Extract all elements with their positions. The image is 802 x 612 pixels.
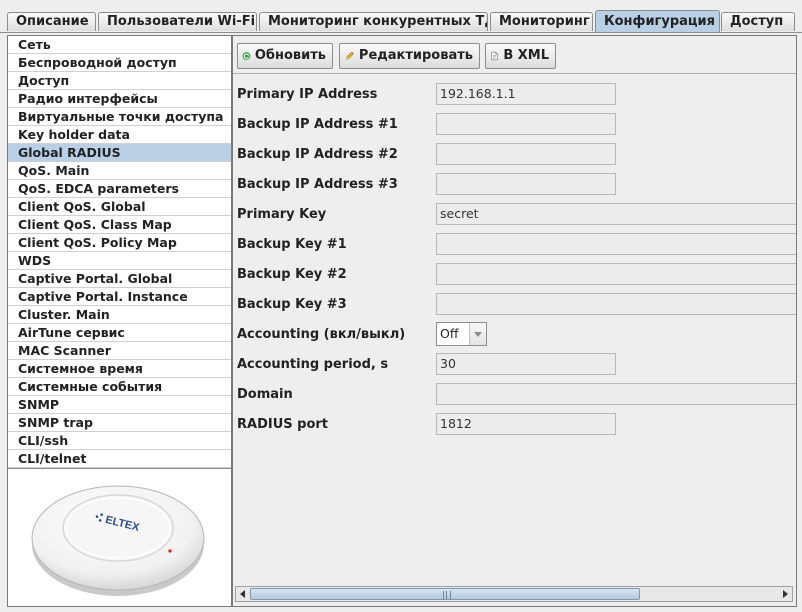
primary-key-label: Primary Key (237, 207, 327, 222)
sidebar-item-cluster-main[interactable]: Cluster. Main (8, 306, 231, 324)
backup-ip-3-field[interactable] (436, 173, 616, 195)
primary-ip-field[interactable]: 192.168.1.1 (436, 83, 616, 105)
sidebar-item-access[interactable]: Доступ (8, 72, 231, 90)
scrollbar-thumb[interactable] (250, 588, 640, 600)
backup-key-1-field[interactable] (436, 233, 796, 255)
accounting-period-label: Accounting period, s (237, 357, 389, 372)
backup-ip-3-label: Backup IP Address #3 (237, 177, 398, 192)
primary-key-field[interactable]: secret (436, 203, 796, 225)
sidebar-item-qos-edca[interactable]: QoS. EDCA parameters (8, 180, 231, 198)
sidebar-item-captive-portal-global[interactable]: Captive Portal. Global (8, 270, 231, 288)
tab-access[interactable]: Доступ (721, 12, 795, 31)
sidebar-list-divider (8, 468, 231, 469)
export-xml-button-label: В XML (503, 48, 549, 63)
accounting-select-value: Off (440, 326, 459, 341)
primary-ip-label: Primary IP Address (237, 87, 378, 102)
config-section-list: Сеть Беспроводной доступ Доступ Радио ин… (8, 36, 231, 468)
sidebar-item-system-events[interactable]: Системные события (8, 378, 231, 396)
sidebar-item-qos-main[interactable]: QoS. Main (8, 162, 231, 180)
radius-settings-form: Primary IP Address 192.168.1.1 Backup IP… (233, 74, 796, 582)
access-point-device-image: ELTEX (31, 485, 205, 596)
sidebar-item-airtune[interactable]: AirTune сервис (8, 324, 231, 342)
refresh-icon (242, 52, 251, 60)
pencil-icon (345, 51, 354, 60)
edit-button[interactable]: Редактировать (339, 43, 480, 69)
backup-ip-1-label: Backup IP Address #1 (237, 117, 398, 132)
sidebar-item-system-time[interactable]: Системное время (8, 360, 231, 378)
toolbar: Обновить Редактировать В XML (233, 36, 796, 71)
sidebar-item-client-qos-global[interactable]: Client QoS. Global (8, 198, 231, 216)
tab-configuration[interactable]: Конфигурация (595, 10, 720, 33)
backup-key-3-field[interactable] (436, 293, 796, 315)
backup-key-2-label: Backup Key #2 (237, 267, 347, 282)
tab-wifi-users[interactable]: Пользователи Wi-Fi (98, 12, 257, 31)
sidebar-item-snmp[interactable]: SNMP (8, 396, 231, 414)
backup-key-2-field[interactable] (436, 263, 796, 285)
sidebar-item-network[interactable]: Сеть (8, 36, 231, 54)
tab-bar-divider (0, 32, 802, 33)
sidebar-item-cli-telnet[interactable]: CLI/telnet (8, 450, 231, 468)
domain-label: Domain (237, 387, 293, 402)
sidebar-item-captive-portal-instance[interactable]: Captive Portal. Instance (8, 288, 231, 306)
backup-ip-2-label: Backup IP Address #2 (237, 147, 398, 162)
sidebar-item-cli-ssh[interactable]: CLI/ssh (8, 432, 231, 450)
sidebar-item-mac-scanner[interactable]: MAC Scanner (8, 342, 231, 360)
global-radius-panel: Обновить Редактировать В XML Primary IP … (232, 35, 797, 607)
sidebar-item-virtual-aps[interactable]: Виртуальные точки доступа (8, 108, 231, 126)
accounting-label: Accounting (вкл/выкл) (237, 327, 406, 342)
tab-description[interactable]: Описание (7, 12, 96, 31)
accounting-select[interactable]: Off (436, 322, 487, 346)
refresh-button-label: Обновить (254, 48, 326, 63)
document-icon (491, 51, 498, 61)
domain-field[interactable] (436, 383, 796, 405)
tab-rogue-ap-monitoring[interactable]: Мониторинг конкурентных ТД (259, 12, 488, 31)
sidebar-item-client-qos-class-map[interactable]: Client QoS. Class Map (8, 216, 231, 234)
chevron-down-icon[interactable] (469, 323, 486, 345)
sidebar-item-wireless-access[interactable]: Беспроводной доступ (8, 54, 231, 72)
backup-key-1-label: Backup Key #1 (237, 237, 347, 252)
grip-icon (443, 591, 451, 599)
scroll-left-icon[interactable] (236, 587, 250, 601)
accounting-period-field[interactable]: 30 (436, 353, 616, 375)
sidebar-item-radio-interfaces[interactable]: Радио интерфейсы (8, 90, 231, 108)
refresh-button[interactable]: Обновить (237, 43, 333, 69)
tab-monitoring[interactable]: Мониторинг (490, 12, 593, 31)
sidebar-item-wds[interactable]: WDS (8, 252, 231, 270)
backup-key-3-label: Backup Key #3 (237, 297, 347, 312)
sidebar: Сеть Беспроводной доступ Доступ Радио ин… (7, 35, 232, 607)
sidebar-item-global-radius[interactable]: Global RADIUS (8, 144, 231, 162)
sidebar-item-key-holder-data[interactable]: Key holder data (8, 126, 231, 144)
main-tab-bar: Описание Пользователи Wi-Fi Мониторинг к… (0, 10, 802, 33)
horizontal-scrollbar[interactable] (235, 586, 793, 602)
radius-port-label: RADIUS port (237, 417, 329, 432)
export-xml-button[interactable]: В XML (485, 43, 556, 69)
sidebar-item-snmp-trap[interactable]: SNMP trap (8, 414, 231, 432)
backup-ip-1-field[interactable] (436, 113, 616, 135)
edit-button-label: Редактировать (358, 48, 473, 63)
backup-ip-2-field[interactable] (436, 143, 616, 165)
scroll-right-icon[interactable] (778, 587, 792, 601)
radius-port-field[interactable]: 1812 (436, 413, 616, 435)
sidebar-item-client-qos-policy-map[interactable]: Client QoS. Policy Map (8, 234, 231, 252)
